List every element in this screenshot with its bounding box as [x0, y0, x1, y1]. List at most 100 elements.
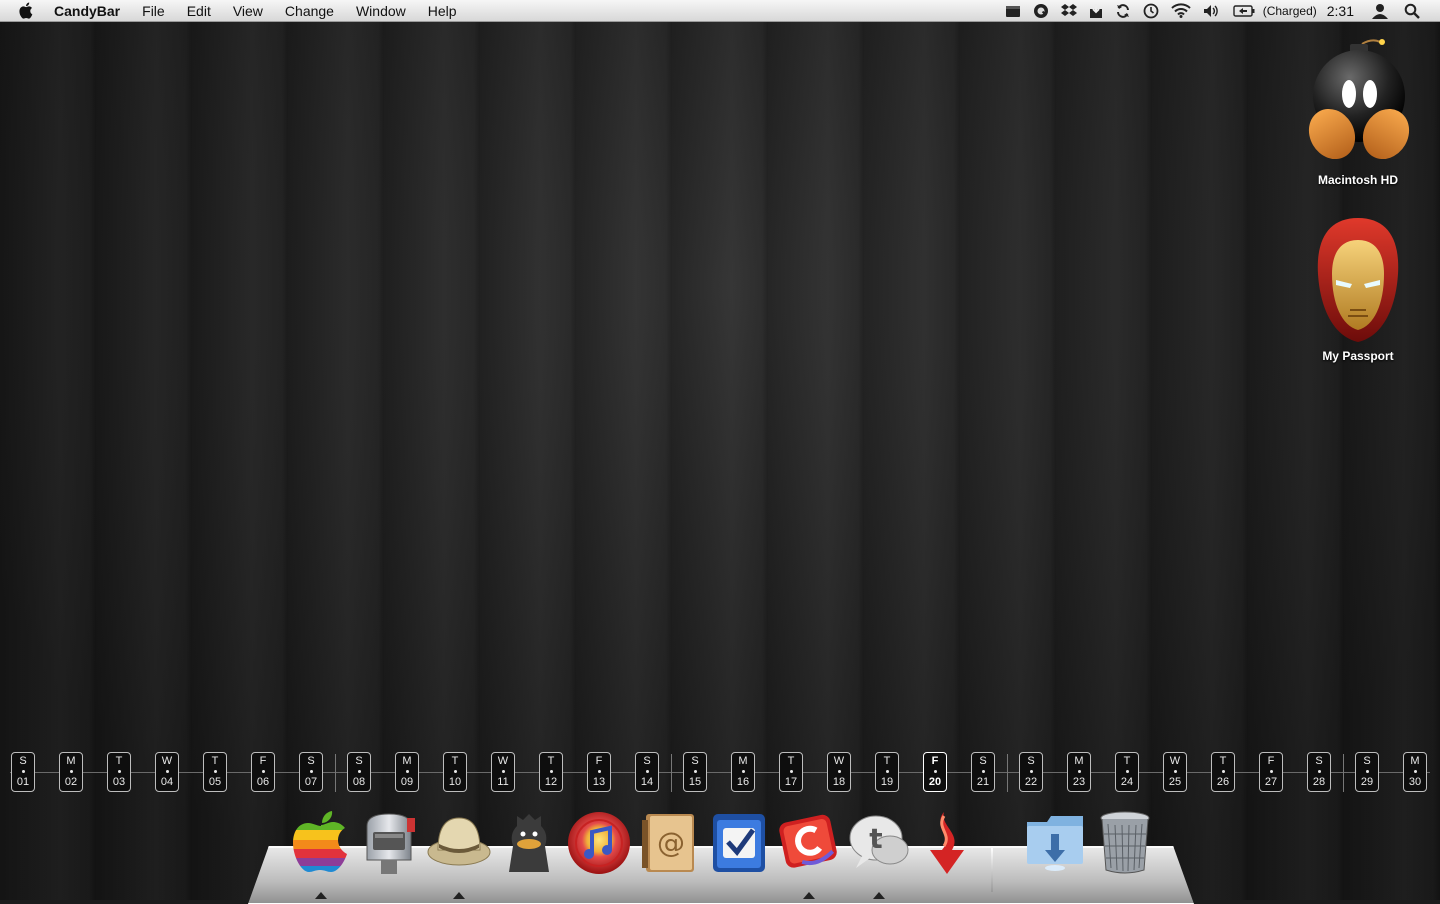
calendar-day-dot — [933, 770, 937, 773]
quicksilver-icon[interactable] — [1033, 0, 1049, 22]
calendar-day: W 25 — [1163, 752, 1187, 792]
red-c-icon — [778, 810, 840, 877]
dock-item-apple-rainbow[interactable] — [288, 810, 354, 880]
calendar-day-number: 23 — [1072, 776, 1086, 788]
menu-change[interactable]: Change — [274, 0, 345, 22]
calendar-day-letter: S — [19, 755, 27, 767]
menu-help[interactable]: Help — [417, 0, 468, 22]
calendar-day-letter: M — [1074, 755, 1084, 767]
dock-stack-downloads[interactable] — [1022, 810, 1088, 880]
desktop-icon-my-passport[interactable]: My Passport — [1298, 214, 1418, 363]
desktop-icon-label: Macintosh HD — [1317, 173, 1398, 187]
calendar-day: W 11 — [491, 752, 515, 792]
calendar-day: T 24 — [1115, 752, 1139, 792]
calendar-day-letter: T — [1123, 755, 1131, 767]
dock-item-itunes[interactable] — [566, 810, 632, 880]
user-icon[interactable] — [1372, 0, 1388, 22]
dropbox-icon[interactable] — [1060, 0, 1077, 22]
calendar-day-number: 20 — [928, 776, 942, 788]
dock-item-twitter[interactable]: t — [846, 810, 912, 880]
calendar-day-number: 19 — [880, 776, 894, 788]
calendar-day-dot — [453, 770, 457, 773]
dock-item-transmission[interactable] — [914, 810, 980, 880]
calendar-week-separator — [1007, 754, 1008, 792]
dock-item-mail[interactable] — [356, 810, 422, 880]
calendar-day-letter: S — [1027, 755, 1035, 767]
download-icon[interactable] — [1089, 0, 1103, 22]
calendar-strip: S 01 M 02 T 03 W 04 T 05 F 06 S 07 S 08 M 09 T 10 W 11 T 12 F 13 S… — [0, 752, 1440, 794]
calendar-day: M 09 — [395, 752, 419, 792]
calendar-day-letter: T — [547, 755, 555, 767]
calendar-day-dot — [21, 770, 25, 773]
calendar-day-letter: T — [211, 755, 219, 767]
wifi-icon[interactable] — [1171, 0, 1191, 22]
battery-icon[interactable] — [1233, 0, 1255, 22]
calendar-day-dot — [741, 770, 745, 773]
sync-icon[interactable] — [1115, 0, 1131, 22]
calendar-day-number: 21 — [976, 776, 990, 788]
calendar-day-letter: S — [355, 755, 363, 767]
menu-edit[interactable]: Edit — [176, 0, 222, 22]
calendar-day-dot — [1413, 770, 1417, 773]
apple-menu-icon[interactable] — [18, 0, 36, 22]
calendar-day-letter: T — [787, 755, 795, 767]
calendar-day-letter: W — [161, 755, 173, 767]
desktop-icon-macintosh-hd[interactable]: Macintosh HD — [1298, 34, 1418, 187]
calendar-day: F 06 — [251, 752, 275, 792]
dock-item-address-book[interactable]: @ — [636, 810, 702, 880]
calendar-day: T 12 — [539, 752, 563, 792]
calendar-day-number: 16 — [736, 776, 750, 788]
calendar-day: F 20 — [923, 752, 947, 792]
dock-stack-trash[interactable] — [1092, 810, 1158, 880]
calendar-day-dot — [309, 770, 313, 773]
calendar-day-dot — [1077, 770, 1081, 773]
calendar-day-number: 24 — [1120, 776, 1134, 788]
dock-divider — [991, 848, 993, 892]
calendar-day-letter: F — [259, 755, 267, 767]
calendar-day: T 05 — [203, 752, 227, 792]
calendar-day-dot — [885, 770, 889, 773]
calendar-day-number: 29 — [1360, 776, 1374, 788]
menu-file[interactable]: File — [131, 0, 176, 22]
menu-extra-icon[interactable] — [1005, 0, 1021, 22]
menu-bar-left: CandyBar File Edit View Change Window He… — [0, 0, 468, 22]
calendar-day-dot — [405, 770, 409, 773]
calendar-day-letter: S — [691, 755, 699, 767]
dock-item-adium[interactable] — [496, 810, 562, 880]
calendar-week-separator — [335, 754, 336, 792]
calendar-day-letter: W — [833, 755, 845, 767]
calendar-day-number: 25 — [1168, 776, 1182, 788]
calendar-day-dot — [1029, 770, 1033, 773]
app-menu[interactable]: CandyBar — [52, 0, 131, 22]
spotlight-icon[interactable] — [1404, 0, 1420, 22]
volume-icon[interactable] — [1203, 0, 1221, 22]
calendar-day-dot — [1365, 770, 1369, 773]
calendar-day-number: 22 — [1024, 776, 1038, 788]
calendar-day: T 17 — [779, 752, 803, 792]
time-machine-icon[interactable] — [1143, 0, 1159, 22]
calendar-day-number: 28 — [1312, 776, 1326, 788]
calendar-day: S 08 — [347, 752, 371, 792]
calendar-day: S 22 — [1019, 752, 1043, 792]
menu-clock[interactable]: 2:31 — [1327, 3, 1354, 19]
menu-window[interactable]: Window — [345, 0, 417, 22]
calendar-day-number: 11 — [497, 776, 509, 788]
calendar-day-dot — [69, 770, 73, 773]
calendar-day: F 27 — [1259, 752, 1283, 792]
calendar-day: S 15 — [683, 752, 707, 792]
menu-bar: CandyBar File Edit View Change Window He… — [0, 0, 1440, 22]
calendar-day-dot — [1221, 770, 1225, 773]
calendar-day: S 07 — [299, 752, 323, 792]
calendar-day: M 02 — [59, 752, 83, 792]
twitter-bubble-icon: t — [846, 810, 912, 877]
calendar-day-number: 15 — [688, 776, 702, 788]
dock-item-safari[interactable] — [426, 810, 492, 880]
calendar-day: T 26 — [1211, 752, 1235, 792]
calendar-day-number: 14 — [640, 776, 654, 788]
calendar-day-letter: F — [1267, 755, 1275, 767]
menu-view[interactable]: View — [222, 0, 274, 22]
calendar-day-number: 04 — [160, 776, 174, 788]
dock-item-red-app[interactable] — [776, 810, 842, 880]
calendar-day-number: 26 — [1216, 776, 1230, 788]
dock-item-things[interactable] — [706, 810, 772, 880]
